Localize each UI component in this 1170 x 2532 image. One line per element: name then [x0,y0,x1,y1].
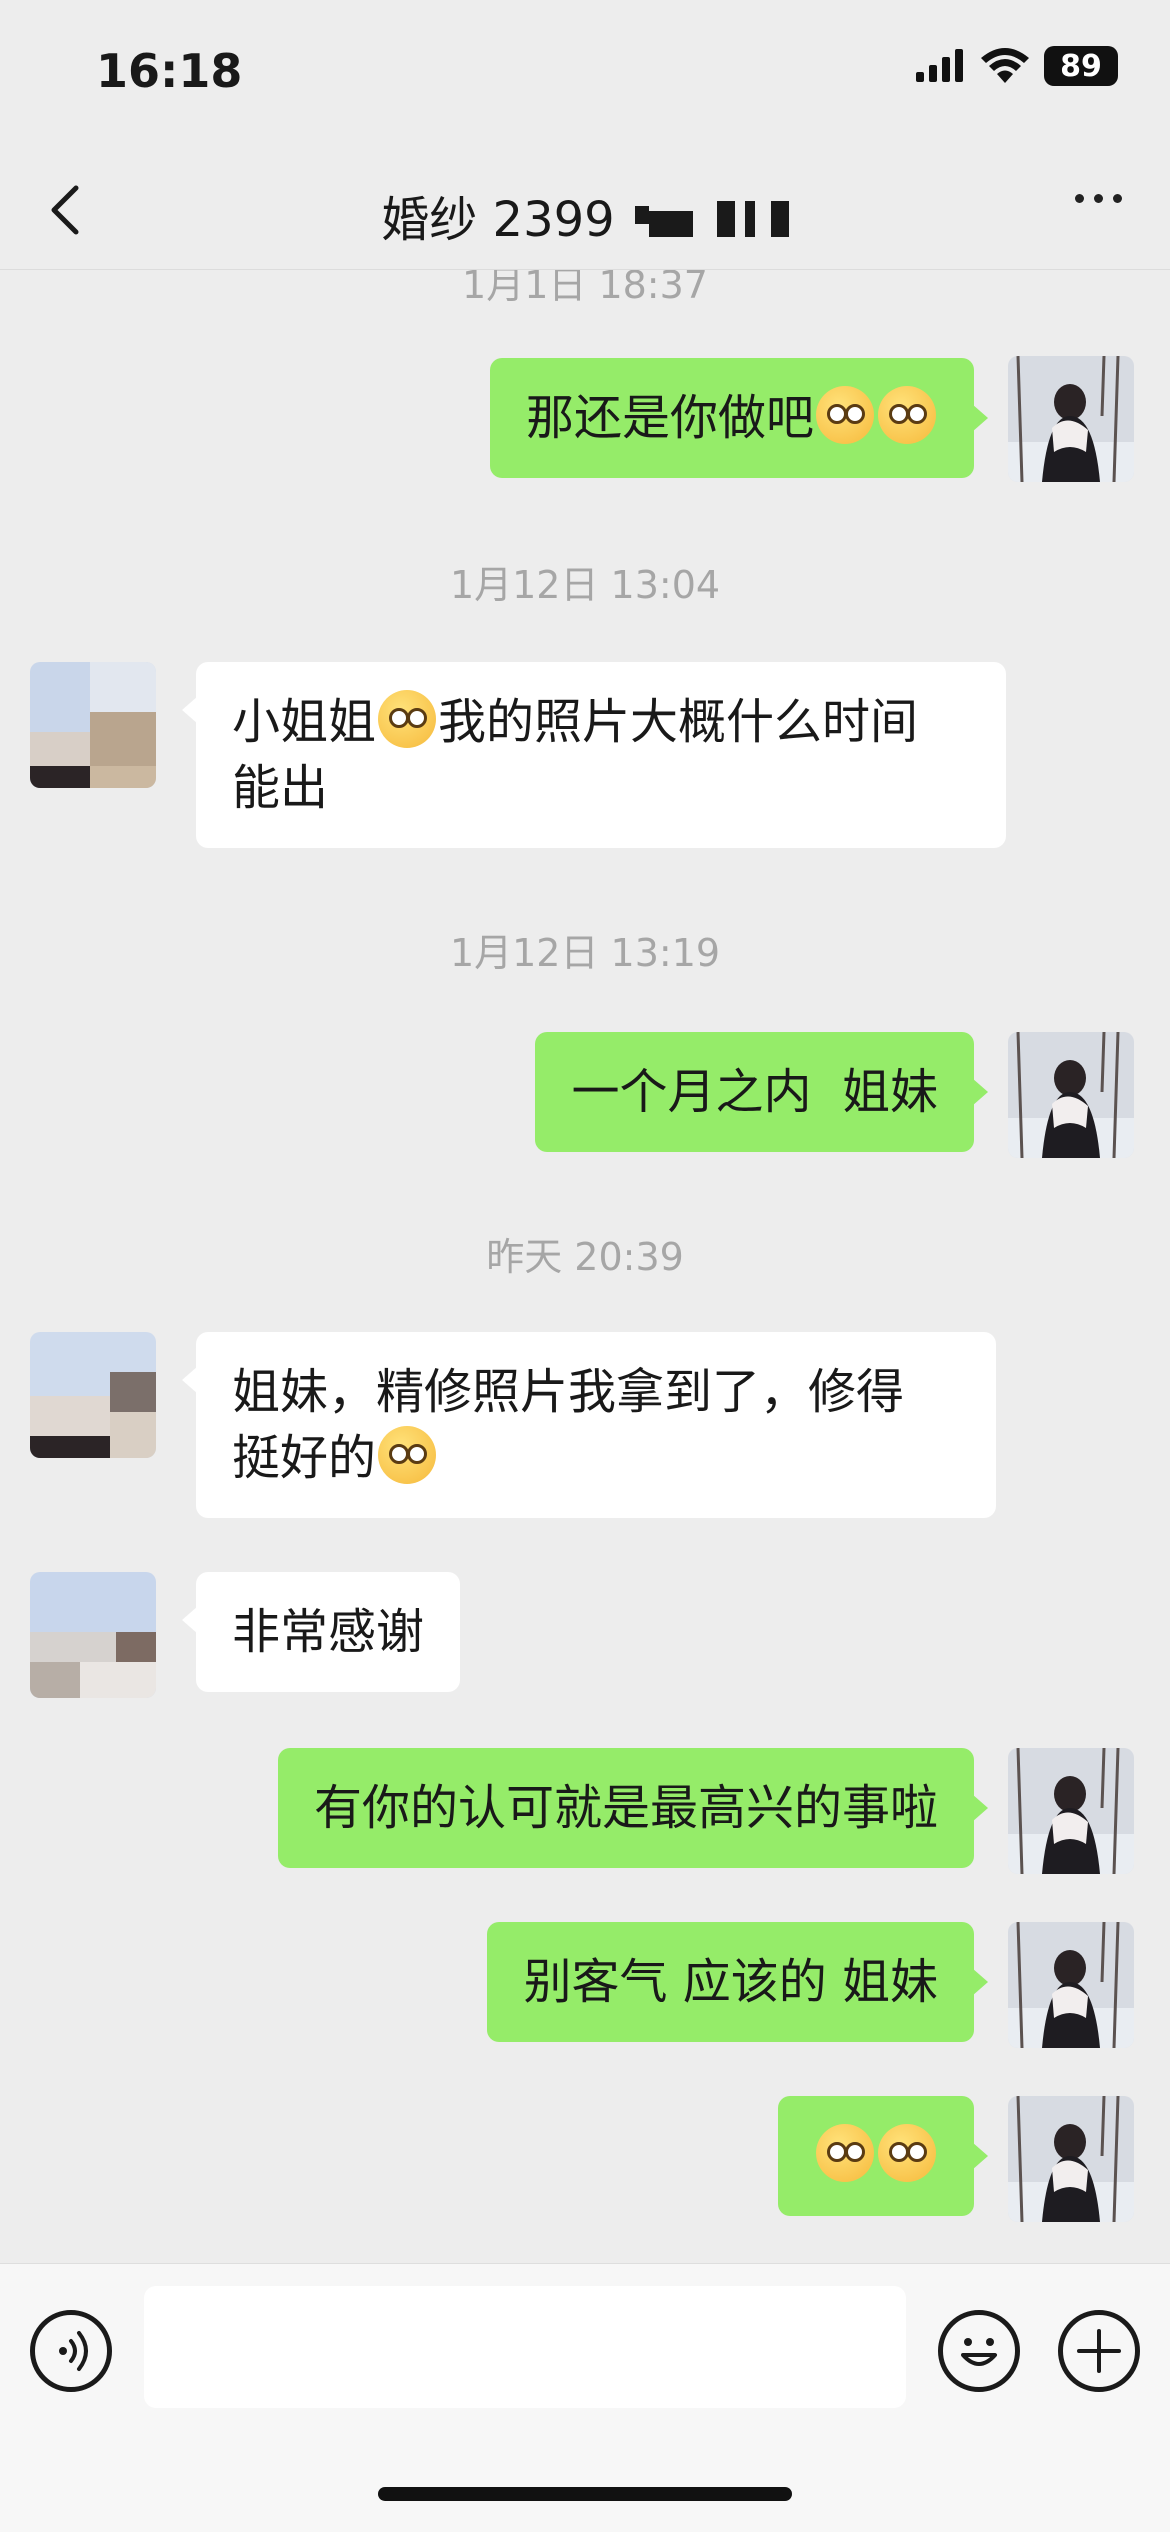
message-bubble-self[interactable]: 一个月之内 姐妹 [535,1032,988,1152]
message-text: 挺好的 [232,1430,377,1486]
contact-avatar[interactable] [30,1572,156,1698]
more-options-icon[interactable] [1075,194,1122,203]
chat-title-wrap: 婚纱 2399 [0,180,1170,250]
redacted-name [634,193,789,237]
battery-indicator: 89 [1044,46,1118,86]
message-text: 那还是你做吧 [525,390,814,446]
message-bubble-self[interactable] [778,2096,988,2216]
message-text: 非常感谢 [232,1604,425,1660]
message-text: 别客气 应该的 姐妹 [523,1954,938,2010]
contact-avatar[interactable] [30,1332,156,1458]
home-indicator[interactable] [378,2487,792,2501]
facepalm-laugh-emoji [816,386,874,444]
message-input[interactable] [144,2286,906,2408]
message-text: 一个月之内 姐妹 [571,1064,938,1120]
timestamp: 1月1日 18:37 [462,270,708,307]
message-bubble-other[interactable]: 小姐姐 我的照片大概什么时间能出 [182,662,1006,848]
chat-title: 婚纱 2399 [381,192,615,248]
self-avatar[interactable] [1008,1922,1134,2048]
status-icons: 89 [914,46,1118,86]
message-bubble-other[interactable]: 姐妹，精修照片我拿到了，修得 挺好的 [182,1332,996,1518]
chat-header: 婚纱 2399 [0,150,1170,270]
message-text: 姐妹，精修照片我拿到了，修得 [232,1364,905,1420]
contact-avatar[interactable] [30,662,156,788]
message-text: 小姐姐 [232,694,377,750]
timestamp: 1月12日 13:19 [449,931,721,975]
self-avatar[interactable] [1008,1032,1134,1158]
plus-icon[interactable] [1058,2310,1140,2392]
message-text: 我的照片大概什么时间 [438,694,919,750]
thinking-face-emoji [878,2124,936,2182]
message-list[interactable]: 1月1日 18:37 那还是你做吧 1月12日 13:04 小姐姐 我的照片大概什… [0,270,1170,2263]
signal-icon [916,49,963,82]
timestamp: 昨天 20:39 [486,1235,684,1279]
emoji-face-icon[interactable] [938,2310,1020,2392]
voice-icon[interactable] [30,2310,112,2392]
message-text: 有你的认可就是最高兴的事啦 [313,1780,938,1836]
message-bubble-self[interactable]: 有你的认可就是最高兴的事啦 [277,1748,989,1868]
message-bubble-self[interactable]: 别客气 应该的 姐妹 [487,1922,988,2042]
thinking-face-emoji [378,690,437,748]
message-bubble-self[interactable]: 那还是你做吧 [489,358,989,478]
status-bar: 16:18 89 [0,0,1170,150]
timestamp: 1月12日 13:04 [449,563,721,607]
message-bubble-other[interactable]: 非常感谢 [181,1572,461,1692]
thinking-face-emoji [378,1426,437,1484]
facepalm-laugh-emoji [878,386,936,444]
self-avatar[interactable] [1008,356,1134,482]
self-avatar[interactable] [1008,2096,1134,2222]
self-avatar[interactable] [1008,1748,1134,1874]
wifi-icon [981,48,1029,83]
thinking-face-emoji [816,2124,874,2182]
message-text: 能出 [232,760,329,816]
status-time: 16:18 [96,44,243,98]
